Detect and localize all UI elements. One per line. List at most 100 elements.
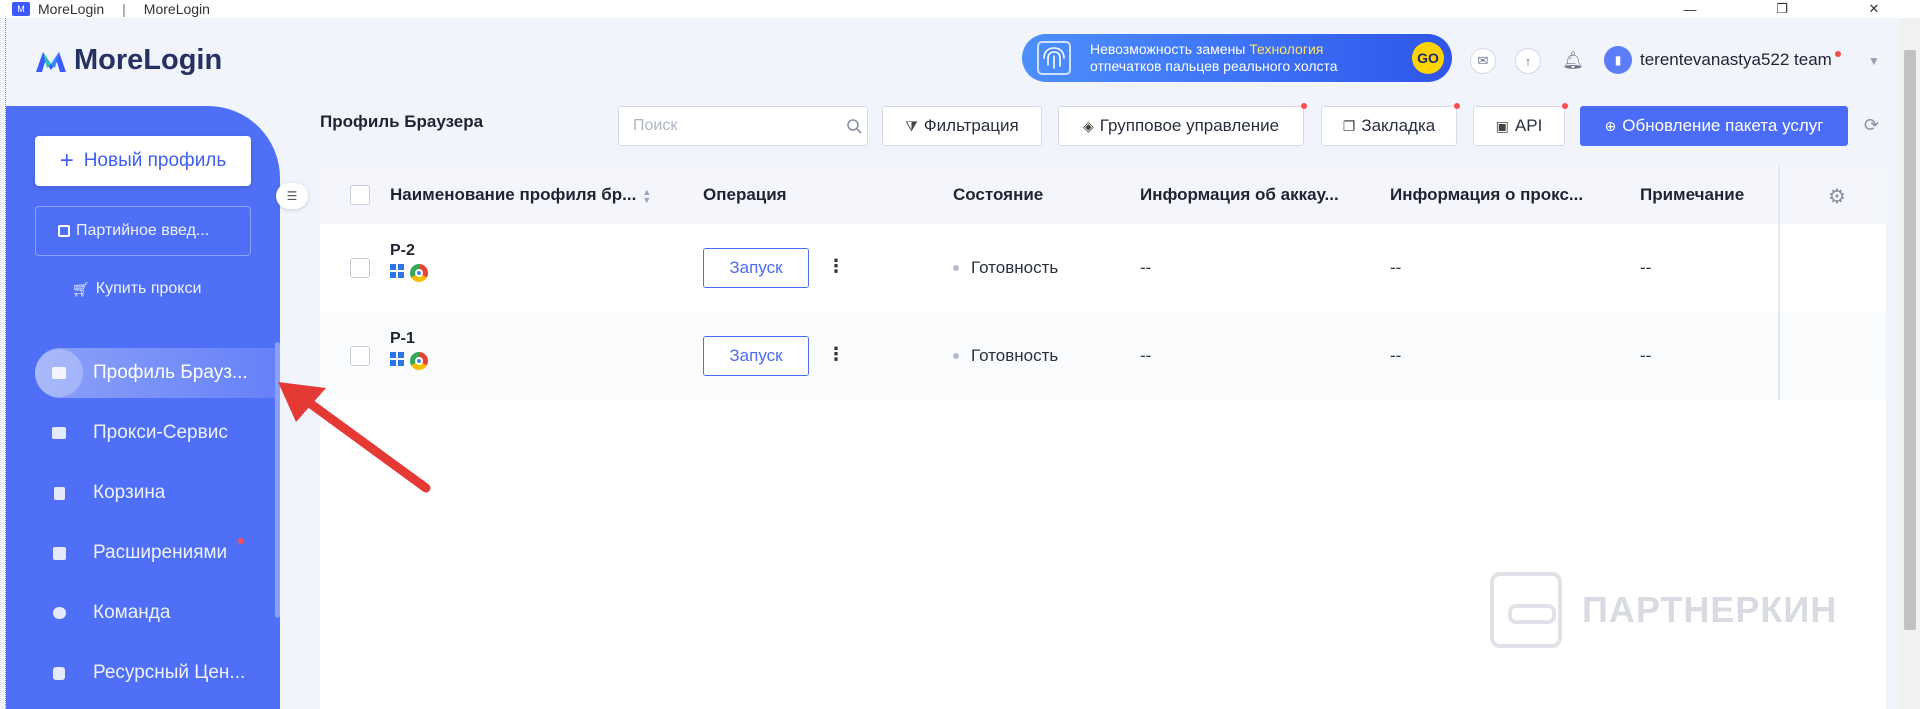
status-text: Готовность [971, 258, 1059, 277]
sidebar-item-extensions[interactable]: Расширениями [35, 528, 280, 578]
column-header-status: Состояние [953, 185, 1044, 204]
group-management-label: Групповое управление [1099, 116, 1280, 135]
main-scrollbar[interactable] [1900, 18, 1920, 709]
user-notification-dot [1834, 51, 1841, 57]
new-profile-label: Новый профиль [83, 150, 227, 171]
row-checkbox[interactable] [350, 258, 370, 278]
sort-icon[interactable]: ▲ ▼ [642, 187, 651, 204]
table-row[interactable]: P-2 Запуск ⋮ Готовность -- -- -- [320, 224, 1886, 312]
collapse-sidebar-icon[interactable]: ☰ [276, 183, 308, 209]
platform-icons [390, 264, 428, 282]
upgrade-plan-label: Обновление пакета услуг [1622, 116, 1824, 135]
watermark-text: ПАРТНЕРКИН [1582, 589, 1838, 630]
proxy-info: -- [1390, 258, 1402, 277]
bell-icon[interactable]: 🔔︎ [1560, 48, 1586, 74]
status-text: Готовность [971, 346, 1059, 365]
window-controls: — ❐ ✕ [1644, 0, 1920, 18]
upload-icon[interactable]: ↑ [1515, 48, 1541, 74]
sidebar-item-label: Прокси-Сервис [93, 422, 228, 443]
more-options-icon[interactable]: ⋮ [827, 344, 845, 365]
annotation-arrow [278, 382, 431, 493]
gear-icon[interactable]: ⚙ [1828, 184, 1846, 209]
fixed-column-divider [1778, 166, 1780, 400]
sidebar-item-label: Команда [93, 602, 171, 623]
group-management-button[interactable]: ◈ Групповое управление [1058, 103, 1307, 146]
new-profile-button[interactable]: + Новый профиль [35, 136, 251, 186]
select-all-checkbox[interactable] [350, 185, 370, 205]
column-header-note: Примечание [1640, 185, 1745, 204]
cube-icon [35, 649, 83, 697]
profile-name[interactable]: P-2 [390, 242, 428, 260]
buy-proxy-link[interactable]: 🛒︎ Купить прокси [72, 280, 201, 298]
title-separator: | [122, 1, 126, 17]
column-header-operation: Операция [703, 185, 787, 204]
note-info: -- [1640, 258, 1652, 277]
api-button[interactable]: ▣ API [1473, 103, 1568, 146]
refresh-icon[interactable]: ⟳ [1864, 115, 1879, 136]
sidebar-item-label: Корзина [93, 482, 166, 503]
status-dot [953, 265, 959, 271]
bookmark-button[interactable]: ❐ Закладка [1321, 103, 1460, 146]
filter-button[interactable]: ⧩ Фильтрация [882, 106, 1042, 146]
sidebar-item-team[interactable]: Команда [35, 588, 280, 638]
close-icon[interactable]: ✕ [1828, 0, 1920, 18]
scrollbar-thumb[interactable] [1904, 50, 1916, 630]
upgrade-plan-button[interactable]: ⊕ Обновление пакета услуг [1580, 106, 1848, 146]
puzzle-icon [35, 529, 83, 577]
maximize-icon[interactable]: ❐ [1736, 0, 1828, 18]
fingerprint-icon [1030, 34, 1078, 82]
profile-icon [35, 349, 83, 397]
search-box[interactable] [618, 106, 868, 146]
window-title: MoreLogin [38, 1, 105, 17]
status-dot [953, 353, 959, 359]
mail-icon[interactable]: ✉ [1470, 48, 1496, 74]
search-input[interactable] [619, 108, 840, 144]
launch-button[interactable]: Запуск [703, 248, 809, 288]
column-header-account: Информация об аккау... [1140, 185, 1339, 204]
app-logo[interactable]: MoreLogin [34, 44, 222, 77]
column-header-label: Наименование профиля бр... [390, 185, 637, 204]
trash-icon [35, 469, 83, 517]
sidebar-item-trash[interactable]: Корзина [35, 468, 280, 518]
table-header: Наименование профиля бр... ▲ ▼ Операция Со… [320, 166, 1886, 224]
profile-cell: P-1 [390, 330, 428, 370]
column-header-name[interactable]: Наименование профиля бр... ▲ ▼ [390, 185, 651, 205]
bookmark-notification-dot [1454, 103, 1460, 109]
avatar: ▮ [1604, 46, 1632, 74]
sidebar-item-browser-profiles[interactable]: Профиль Брауз... [35, 348, 280, 398]
buy-proxy-label: Купить прокси [95, 280, 202, 297]
row-checkbox[interactable] [350, 346, 370, 366]
logo-text: MoreLogin [74, 44, 223, 76]
sidebar-item-label: Профиль Брауз... [93, 362, 248, 383]
status-badge: Готовность [953, 258, 1058, 278]
banner-highlight: Технология [1249, 41, 1324, 57]
batch-import-label: Партийное введ... [76, 222, 210, 239]
minimize-icon[interactable]: — [1644, 0, 1736, 18]
promo-banner[interactable]: Невозможность замены Технология отпечатк… [1022, 34, 1452, 82]
api-notification-dot [1562, 103, 1568, 109]
table-row[interactable]: P-1 Запуск ⋮ Готовность -- -- -- [320, 312, 1886, 400]
platform-icons [390, 352, 428, 370]
filter-label: Фильтрация [923, 116, 1019, 135]
windows-icon [390, 264, 404, 278]
user-menu[interactable]: ▮ terentevanastya522 team [1604, 46, 1841, 74]
batch-import-button[interactable]: Партийное введ... [35, 206, 251, 256]
watermark: ПАРТНЕРКИН [1490, 572, 1837, 648]
profile-name[interactable]: P-1 [390, 330, 428, 348]
column-header-proxy: Информация о прокс... [1390, 185, 1584, 204]
more-options-icon[interactable]: ⋮ [827, 256, 845, 277]
chevron-down-icon[interactable]: ▼ [1868, 54, 1880, 68]
launch-button[interactable]: Запуск [703, 336, 809, 376]
user-name: terentevanastya522 team [1640, 50, 1832, 69]
import-icon [58, 225, 70, 237]
banner-go-button[interactable]: GO [1412, 42, 1444, 74]
sidebar-item-proxy[interactable]: Прокси-Сервис [35, 408, 280, 458]
sidebar-item-resources[interactable]: Ресурсный Цен... [35, 648, 280, 698]
cart-icon: 🛒︎ [72, 280, 90, 297]
sidebar-item-label: Ресурсный Цен... [93, 662, 246, 683]
bookmark-label: Закладка [1361, 116, 1436, 135]
chrome-icon [410, 264, 428, 282]
search-icon[interactable] [840, 118, 867, 134]
app-header: MoreLogin Невозможность замены Технологи… [0, 18, 1900, 104]
bookmark-icon: ❐ [1342, 117, 1356, 134]
